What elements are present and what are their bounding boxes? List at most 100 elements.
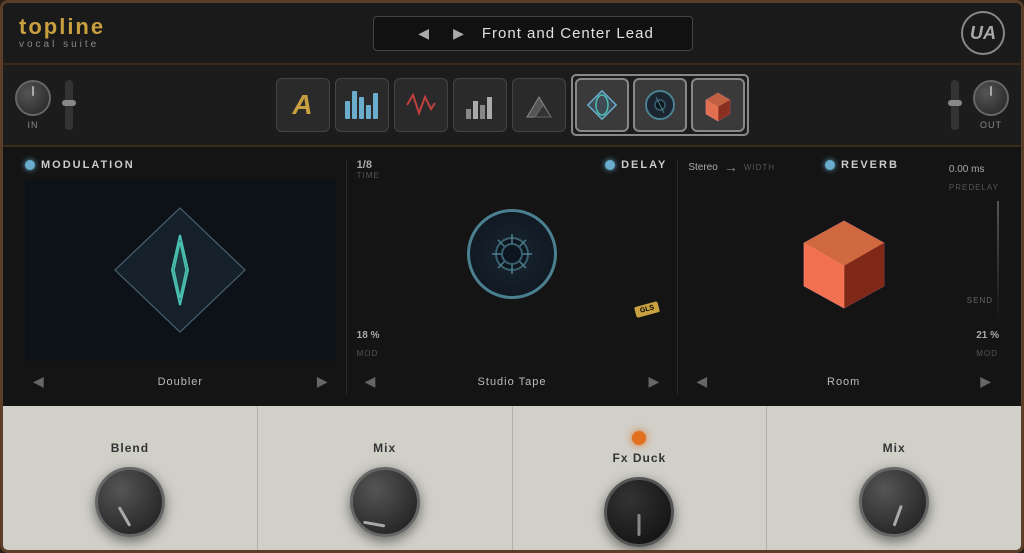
preset-next-button[interactable]: ▶ <box>447 23 470 44</box>
reverb-width-label: WIDTH <box>744 163 775 172</box>
reverb-mod-row: 21 % MOD <box>688 325 999 361</box>
toolbar: IN A <box>3 65 1021 147</box>
cube-icon <box>700 87 736 123</box>
modulation-display[interactable] <box>25 179 336 361</box>
ua-logo-text: UA <box>970 23 996 44</box>
diamond-icon <box>584 87 620 123</box>
bar-2 <box>352 91 357 119</box>
logo-accent: top <box>19 14 59 39</box>
in-slider[interactable] <box>65 80 73 130</box>
preset-icon-cube[interactable] <box>691 78 745 132</box>
reverb-predelay-group: 0.00 ms PREDELAY <box>949 159 999 195</box>
bottom-controls: Blend Mix [data-name="delay-mix-knob"]::… <box>3 406 1021 553</box>
reverb-display[interactable]: SEND <box>688 201 999 321</box>
bar-3 <box>359 97 364 119</box>
delay-mod-value: 18 % <box>357 330 380 341</box>
delay-mod-row: 18 % MOD <box>357 325 668 361</box>
in-label: IN <box>28 120 39 130</box>
logo-area: topline vocal suite <box>19 16 105 50</box>
reverb-width-group: Stereo → WIDTH <box>688 159 775 175</box>
delay-time-value: 1/8 <box>357 159 380 171</box>
reverb-cube <box>794 211 894 311</box>
modulation-next-button[interactable]: ▶ <box>309 369 336 394</box>
preset-name: Front and Center Lead <box>482 25 654 42</box>
delay-mod-label: MOD <box>357 349 379 358</box>
preset-prev-button[interactable]: ◀ <box>412 23 435 44</box>
delay-mix-knob[interactable]: [data-name="delay-mix-knob"]::after { tr… <box>350 467 420 537</box>
delay-top: 1/8 TIME DELAY <box>357 159 668 180</box>
modulation-nav: ◀ Doubler ▶ <box>25 369 336 394</box>
reverb-predelay-label: PREDELAY <box>949 183 999 192</box>
modulation-visual <box>105 200 255 340</box>
chart-icon <box>462 87 498 123</box>
modulation-indicator <box>25 160 35 170</box>
out-knob[interactable] <box>973 80 1009 116</box>
reverb-next-button[interactable]: ▶ <box>972 369 999 394</box>
reverb-top: Stereo → WIDTH REVERB 0.00 ms PREDELAY <box>688 159 999 195</box>
reverb-mod-group: 21 % MOD <box>976 325 999 361</box>
fx-duck-group: Fx Duck [data-name="fx-duck-knob"]::afte… <box>604 431 674 547</box>
preset-icon-bars[interactable] <box>335 78 389 132</box>
reverb-mod-label: MOD <box>976 349 998 358</box>
send-line <box>997 201 999 321</box>
delay-time-label: TIME <box>357 171 380 180</box>
mountain-icon <box>521 87 557 123</box>
fx-duck-section: Fx Duck [data-name="fx-duck-knob"]::afte… <box>513 406 768 553</box>
reverb-effect-name: Room <box>827 376 860 388</box>
reverb-width-value: Stereo <box>688 162 717 173</box>
delay-mix-label: Mix <box>373 441 396 455</box>
modulation-section: MODULATION ◀ Doubler ▶ <box>15 159 347 394</box>
in-knob[interactable] <box>15 80 51 116</box>
reel-spokes <box>482 224 542 284</box>
reverb-nav: ◀ Room ▶ <box>688 369 999 394</box>
modulation-prev-button[interactable]: ◀ <box>25 369 52 394</box>
active-preset-group <box>571 74 749 136</box>
bar-4 <box>366 105 371 119</box>
delay-title: DELAY <box>621 159 667 171</box>
tape-reel <box>467 209 557 299</box>
logo-topline: topline <box>19 16 105 38</box>
delay-time-group: 1/8 TIME <box>357 159 380 180</box>
delay-section: 1/8 TIME DELAY <box>347 159 679 394</box>
preset-icon-chart[interactable] <box>453 78 507 132</box>
preset-icon-a[interactable]: A <box>276 78 330 132</box>
modulation-header: MODULATION <box>25 159 336 171</box>
red-wave-icon <box>403 87 439 123</box>
delay-prev-button[interactable]: ◀ <box>357 369 384 394</box>
preset-icon-diamond[interactable] <box>575 78 629 132</box>
preset-a-label: A <box>292 89 312 121</box>
disc-icon <box>642 87 678 123</box>
reverb-mix-section: Mix <box>767 406 1021 553</box>
ua-logo: UA <box>961 11 1005 55</box>
delay-nav: ◀ Studio Tape ▶ <box>357 369 668 394</box>
reverb-section: Stereo → WIDTH REVERB 0.00 ms PREDELAY <box>678 159 1009 394</box>
delay-display[interactable]: GLS <box>357 186 668 321</box>
header: topline vocal suite ◀ ▶ Front and Center… <box>3 3 1021 65</box>
delay-mod-group: 18 % MOD <box>357 325 380 361</box>
delay-header: DELAY <box>605 159 667 171</box>
out-knob-group: OUT <box>973 80 1009 130</box>
logo-text: line <box>59 14 105 39</box>
tape-label: GLS <box>634 301 660 318</box>
preset-icon-mountain[interactable] <box>512 78 566 132</box>
reverb-prev-button[interactable]: ◀ <box>688 369 715 394</box>
fx-duck-knob[interactable]: [data-name="fx-duck-knob"]::after { tran… <box>604 477 674 547</box>
logo-sub: vocal suite <box>19 40 105 50</box>
delay-next-button[interactable]: ▶ <box>641 369 668 394</box>
out-slider[interactable] <box>951 80 959 130</box>
reverb-mix-label: Mix <box>883 441 906 455</box>
in-knob-group: IN <box>15 80 51 130</box>
blend-knob[interactable] <box>95 467 165 537</box>
modulation-title: MODULATION <box>41 159 135 171</box>
send-label: SEND <box>967 296 993 305</box>
preset-icon-disc[interactable] <box>633 78 687 132</box>
fx-area: MODULATION ◀ Doubler ▶ <box>3 147 1021 406</box>
delay-mix-section: Mix [data-name="delay-mix-knob"]::after … <box>258 406 513 553</box>
preset-icon-red[interactable] <box>394 78 448 132</box>
modulation-effect-name: Doubler <box>158 376 204 388</box>
reverb-header: REVERB <box>825 159 899 171</box>
fx-duck-indicator <box>632 431 646 445</box>
reverb-title: REVERB <box>841 159 899 171</box>
bar-1 <box>345 101 350 119</box>
reverb-mix-knob[interactable] <box>859 467 929 537</box>
